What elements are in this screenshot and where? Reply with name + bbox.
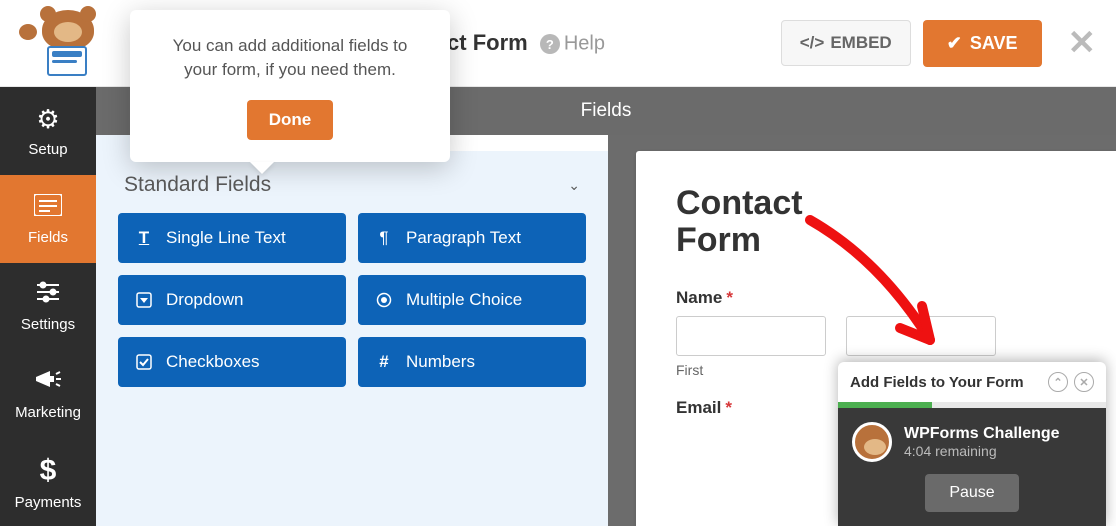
form-title: Contact Form bbox=[676, 185, 876, 260]
sidebar-item-marketing[interactable]: Marketing bbox=[0, 350, 96, 438]
form-icon bbox=[34, 192, 62, 223]
check-icon: ✔ bbox=[947, 33, 962, 54]
sidebar-item-settings[interactable]: Settings bbox=[0, 263, 96, 351]
close-challenge-icon[interactable]: ✕ bbox=[1074, 372, 1094, 392]
gear-icon: ⚙ bbox=[36, 104, 59, 135]
challenge-title: WPForms Challenge bbox=[904, 425, 1060, 443]
sliders-icon bbox=[35, 279, 61, 310]
field-dropdown[interactable]: Dropdown bbox=[118, 275, 346, 325]
challenge-step-title: Add Fields to Your Form bbox=[850, 374, 1024, 391]
chevron-down-icon: ⌄ bbox=[568, 177, 580, 194]
challenge-remaining: 4:04 remaining bbox=[904, 443, 1060, 459]
embed-button[interactable]: </> EMBED bbox=[781, 20, 911, 66]
bullhorn-icon bbox=[34, 367, 62, 398]
paragraph-icon: ¶ bbox=[374, 228, 394, 248]
last-name-input[interactable] bbox=[846, 316, 996, 356]
challenge-popup: Add Fields to Your Form ⌃ ✕ WPForms Chal… bbox=[838, 362, 1106, 526]
collapse-icon[interactable]: ⌃ bbox=[1048, 372, 1068, 392]
text-icon: T bbox=[134, 228, 154, 248]
save-button[interactable]: ✔ SAVE bbox=[923, 20, 1042, 67]
field-multiple-choice[interactable]: Multiple Choice bbox=[358, 275, 586, 325]
sidebar-item-setup[interactable]: ⚙ Setup bbox=[0, 87, 96, 175]
hash-icon: # bbox=[374, 352, 394, 372]
sidebar-item-fields[interactable]: Fields bbox=[0, 175, 96, 263]
sidebar-item-payments[interactable]: $ Payments bbox=[0, 438, 96, 526]
field-numbers[interactable]: # Numbers bbox=[358, 337, 586, 387]
code-icon: </> bbox=[800, 33, 825, 53]
help-link[interactable]: Help bbox=[564, 33, 605, 55]
done-button[interactable]: Done bbox=[247, 100, 334, 140]
close-icon[interactable]: ✕ bbox=[1068, 23, 1097, 63]
help-icon[interactable]: ? bbox=[540, 34, 560, 54]
first-sublabel: First bbox=[676, 362, 826, 378]
check-square-icon bbox=[134, 354, 154, 370]
avatar bbox=[852, 422, 892, 462]
tooltip-text: You can add additional fields to your fo… bbox=[156, 34, 424, 82]
field-single-line-text[interactable]: T Single Line Text bbox=[118, 213, 346, 263]
first-name-input[interactable] bbox=[676, 316, 826, 356]
field-paragraph-text[interactable]: ¶ Paragraph Text bbox=[358, 213, 586, 263]
sidebar: ⚙ Setup Fields Settings Marketing $ Paym… bbox=[0, 87, 96, 526]
pause-button[interactable]: Pause bbox=[925, 474, 1018, 512]
name-label: Name* bbox=[676, 288, 733, 307]
field-checkboxes[interactable]: Checkboxes bbox=[118, 337, 346, 387]
dollar-icon: $ bbox=[40, 454, 57, 488]
logo bbox=[20, 10, 116, 76]
radio-icon bbox=[374, 292, 394, 308]
caret-square-icon bbox=[134, 292, 154, 308]
onboarding-tooltip: You can add additional fields to your fo… bbox=[130, 10, 450, 162]
